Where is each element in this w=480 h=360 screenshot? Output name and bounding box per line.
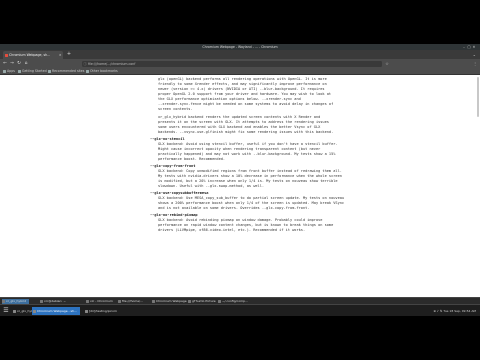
bookmark-other[interactable]: Other bookmarks	[86, 69, 118, 74]
new-tab-button[interactable]: +	[66, 51, 72, 58]
window-icon	[86, 300, 89, 303]
taskbar-item-label: file:///home/...	[122, 299, 143, 303]
address-bar[interactable]: ⓘ file:///home/.../chromium.conf	[82, 60, 382, 67]
window-icon	[118, 300, 121, 303]
reload-icon[interactable]: ↻	[16, 60, 22, 67]
bookmark-label: Recommended sites	[52, 69, 85, 73]
forward-icon[interactable]: →	[9, 60, 15, 67]
bookmarks-bar: Apps Getting Started Recommended sites O…	[0, 68, 480, 75]
tab-label: Chromium Webpage, sh...	[9, 53, 51, 57]
close-window-icon[interactable]: ✕	[472, 45, 476, 49]
panel-button-chromium[interactable]: Chromium Webpage - sh...	[32, 307, 80, 315]
doc-line: performance boost. Recommended.	[158, 157, 226, 161]
bookmark-star-icon[interactable]: ☆	[384, 60, 390, 67]
taskbar-item-label: vlc - Chromium	[90, 299, 113, 303]
navigation-bar: ← → ↻ ⌂ ⓘ file:///home/.../chromium.conf…	[0, 59, 480, 68]
taskbar-item-label: xrr@debian: ~	[44, 299, 66, 303]
taskbar-item-label: Chromium Webpage	[156, 299, 187, 303]
window-icon	[188, 300, 191, 303]
doc-line: slowdown. Useful with --glx-swap-method,…	[158, 184, 265, 188]
back-icon[interactable]: ←	[2, 60, 8, 67]
window-icon	[152, 300, 155, 303]
window-list: xr_glx_hybrid xrr@debian: ~ vlc - Chromium…	[0, 297, 480, 304]
window-icon	[40, 300, 43, 303]
panel-button-files[interactable]: [dir]/testing/picom	[84, 307, 120, 315]
man-page-text: glx (openGL) backend performs all render…	[146, 77, 370, 233]
bookmark-label: Other bookmarks	[90, 69, 118, 73]
minimize-icon[interactable]: –	[462, 45, 466, 49]
home-icon[interactable]: ⌂	[23, 60, 29, 67]
page-content[interactable]: glx (openGL) backend performs all render…	[0, 75, 480, 297]
window-title: Chromium Webpage - Wayland - ... - Chrom…	[202, 45, 278, 49]
window-icon	[2, 300, 5, 303]
taskbar-item-label: gThumb Picture	[192, 299, 216, 303]
bookmark-getting-started[interactable]: Getting Started	[18, 69, 47, 74]
terminal-icon	[13, 309, 16, 313]
taskbar-item-label: ~/.config/comp...	[222, 299, 248, 303]
bookmark-label: Getting Started	[22, 69, 47, 73]
folder-icon	[85, 309, 88, 313]
apps-icon	[3, 70, 6, 73]
url-text: file:///home/.../chromium.conf	[88, 61, 136, 66]
taskbar-item-label: xr_glx_hybrid	[6, 299, 27, 303]
system-tray[interactable]: ⊕ ♪ ⇅ Tue 18 Sep, 09:54 AM	[434, 307, 476, 315]
page-icon	[48, 70, 51, 73]
close-tab-icon[interactable]: ×	[59, 51, 62, 59]
doc-line: backends. --vsync-use-glfinish might fix…	[158, 130, 334, 134]
bookmark-apps[interactable]: Apps	[3, 69, 15, 74]
panel-button-label: [dir]/testing/picom	[89, 309, 117, 313]
doc-line: drivers (LLVMpipe, xf86-video-intel, etc…	[158, 228, 306, 232]
app-menu-icon[interactable]: ☰	[2, 307, 10, 315]
tab-bar: Chromium Webpage, sh... × + ⌄	[0, 50, 480, 59]
favicon-icon	[4, 53, 8, 57]
bottom-panel: ☰ xr_glx_hybrid Chromium Webpage - sh...…	[0, 304, 480, 316]
tab-chromium-webpage[interactable]: Chromium Webpage, sh... ×	[3, 51, 63, 59]
folder-icon	[86, 70, 89, 73]
tab-search-icon[interactable]: ⌄	[473, 51, 476, 58]
info-icon[interactable]: ⓘ	[84, 61, 87, 67]
page-scrollbar[interactable]	[477, 77, 479, 117]
doc-line: and is not available on some drivers. Ov…	[158, 206, 310, 210]
bookmark-recommended[interactable]: Recommended sites	[48, 69, 84, 74]
panel-button-label: Chromium Webpage - sh...	[37, 309, 77, 313]
maximize-icon[interactable]: ▢	[467, 45, 471, 49]
bookmark-label: Apps	[7, 69, 15, 73]
page-icon	[18, 70, 21, 73]
chromium-icon	[33, 309, 36, 313]
browser-menu-icon[interactable]: ⋮	[472, 60, 478, 67]
window-icon	[218, 300, 221, 303]
